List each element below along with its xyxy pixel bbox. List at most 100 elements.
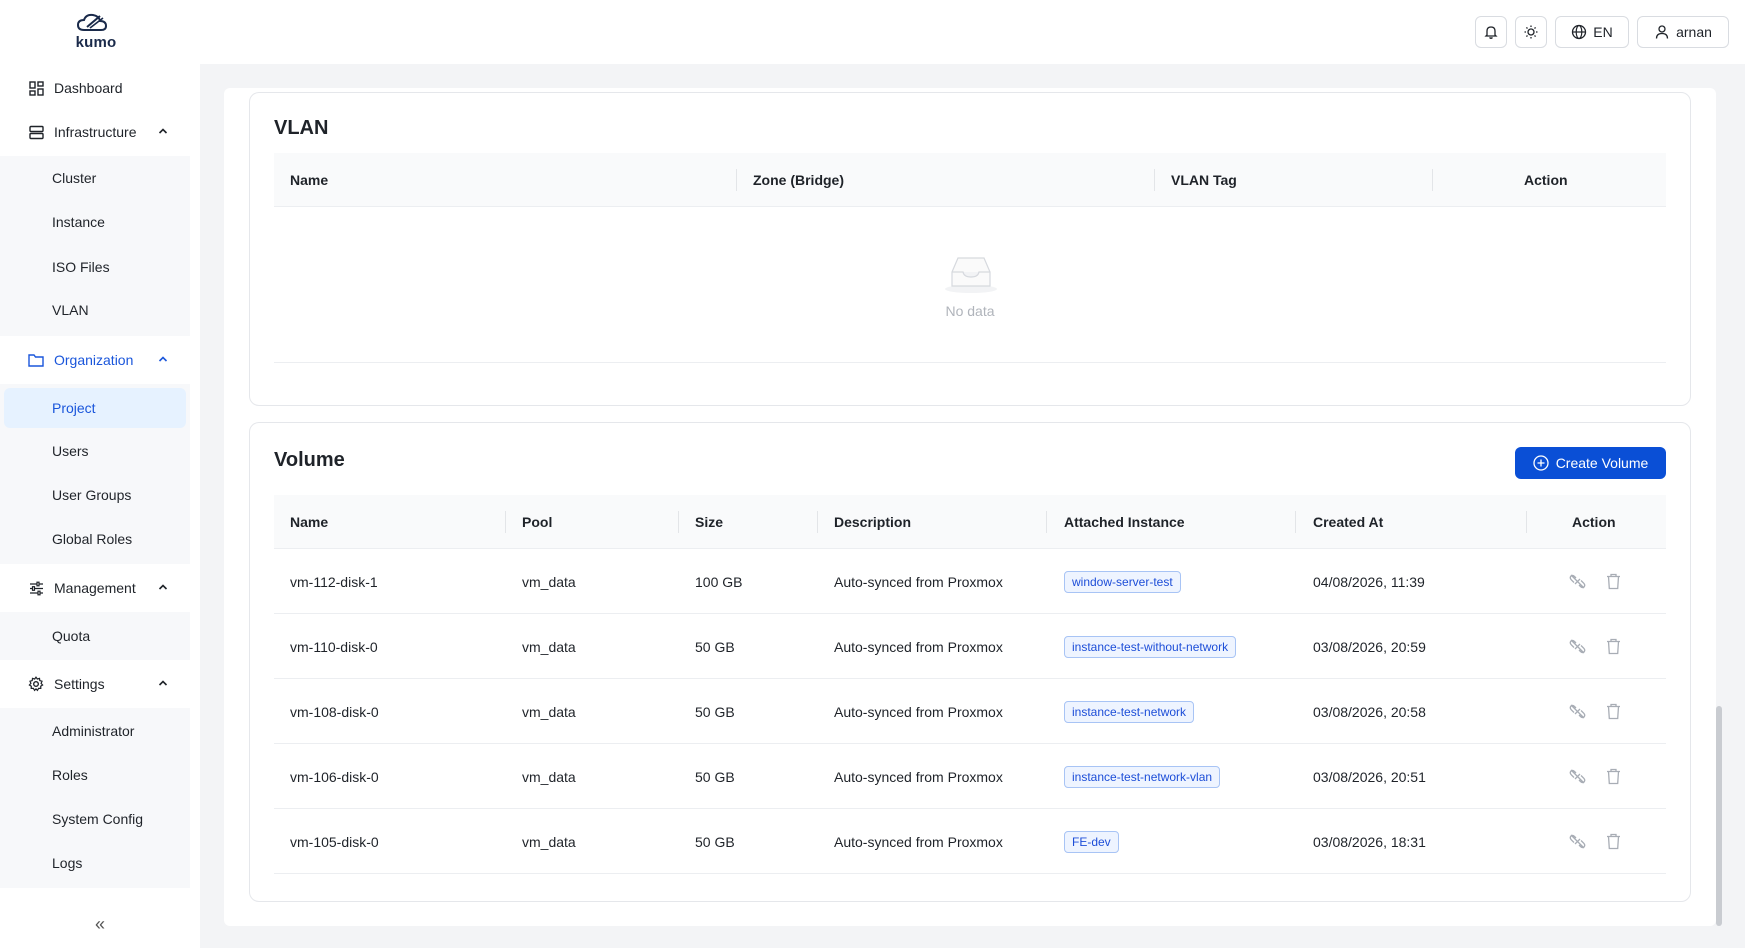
volume-size: 50 GB <box>695 703 735 720</box>
vlan-title: VLAN <box>274 117 329 139</box>
theme-toggle-button[interactable] <box>1515 16 1547 48</box>
delete-button[interactable] <box>1604 572 1622 590</box>
user-menu-button[interactable]: arnan <box>1637 16 1729 48</box>
column-divider <box>1526 511 1527 533</box>
detach-button[interactable] <box>1568 767 1586 785</box>
volume-created-at: 03/08/2026, 20:58 <box>1313 703 1426 720</box>
sidebar-item-user-groups[interactable]: User Groups <box>4 475 186 515</box>
nav-infrastructure[interactable]: Infrastructure <box>0 112 200 152</box>
sidebar-item-roles[interactable]: Roles <box>4 755 186 795</box>
sidebar-item-project[interactable]: Project <box>4 388 186 428</box>
infrastructure-submenu: Cluster Instance ISO Files VLAN <box>0 156 190 336</box>
language-button[interactable]: EN <box>1555 16 1629 48</box>
chevron-up-icon <box>158 128 168 134</box>
collapse-sidebar-button[interactable]: « <box>88 912 112 936</box>
empty-text: No data <box>945 303 995 319</box>
volume-pool: vm_data <box>522 768 576 785</box>
table-row: vm-110-disk-0 vm_data 50 GB Auto-synced … <box>274 614 1666 679</box>
volume-card: Volume Create Volume Name Pool Size Desc… <box>249 422 1691 902</box>
sidebar-item-iso-files[interactable]: ISO Files <box>4 247 186 287</box>
column-divider <box>1432 169 1433 191</box>
vlan-table-bottom-border <box>274 362 1666 363</box>
volume-description: Auto-synced from Proxmox <box>834 833 1003 850</box>
attached-instance-tag[interactable]: window-server-test <box>1064 570 1181 593</box>
column-divider <box>1046 511 1047 533</box>
trash-icon <box>1606 833 1620 849</box>
sidebar-item-users[interactable]: Users <box>4 431 186 471</box>
sidebar-item-system-config[interactable]: System Config <box>4 799 186 839</box>
volume-name: vm-112-disk-1 <box>290 573 378 590</box>
sidebar-item-logs[interactable]: Logs <box>4 843 186 883</box>
volume-title: Volume <box>274 449 345 471</box>
vlan-col-zone: Zone (Bridge) <box>753 172 844 188</box>
column-divider <box>678 511 679 533</box>
sidebar-item-instance[interactable]: Instance <box>4 202 186 242</box>
delete-button[interactable] <box>1604 637 1622 655</box>
column-divider <box>736 169 737 191</box>
dashboard-icon <box>28 80 44 96</box>
empty-inbox-icon <box>945 257 997 293</box>
volume-pool: vm_data <box>522 833 576 850</box>
volume-created-at: 03/08/2026, 18:31 <box>1313 833 1426 850</box>
nav-organization-label: Organization <box>54 352 134 368</box>
volume-pool: vm_data <box>522 703 576 720</box>
create-volume-button[interactable]: Create Volume <box>1515 447 1666 479</box>
volume-created-at: 03/08/2026, 20:51 <box>1313 768 1426 785</box>
volume-description: Auto-synced from Proxmox <box>834 703 1003 720</box>
sidebar-item-administrator[interactable]: Administrator <box>4 711 186 751</box>
detach-button[interactable] <box>1568 702 1586 720</box>
detach-button[interactable] <box>1568 832 1586 850</box>
volume-size: 50 GB <box>695 768 735 785</box>
nav-settings[interactable]: Settings <box>0 664 200 704</box>
bell-icon <box>1484 26 1498 39</box>
vlan-empty-state: No data <box>274 207 1666 357</box>
volume-name: vm-110-disk-0 <box>290 638 378 655</box>
notifications-button[interactable] <box>1475 16 1507 48</box>
sidebar-item-quota[interactable]: Quota <box>4 616 186 656</box>
nav-infrastructure-label: Infrastructure <box>54 124 137 140</box>
unlink-icon <box>1569 704 1585 718</box>
volume-col-pool: Pool <box>522 514 553 530</box>
nav-management[interactable]: Management <box>0 568 200 608</box>
cloud-logo-icon <box>76 13 108 31</box>
volume-col-name: Name <box>290 514 329 530</box>
detach-button[interactable] <box>1568 637 1586 655</box>
trash-icon <box>1606 768 1620 784</box>
trash-icon <box>1606 573 1620 589</box>
delete-button[interactable] <box>1604 767 1622 785</box>
unlink-icon <box>1569 639 1585 653</box>
column-divider <box>1295 511 1296 533</box>
table-row: vm-112-disk-1 vm_data 100 GB Auto-synced… <box>274 549 1666 614</box>
sidebar-item-cluster[interactable]: Cluster <box>4 158 186 198</box>
nav-organization[interactable]: Organization <box>0 340 200 380</box>
detach-button[interactable] <box>1568 572 1586 590</box>
attached-instance-tag[interactable]: instance-test-without-network <box>1064 635 1237 658</box>
attached-instance-tag[interactable]: instance-test-network <box>1064 700 1195 723</box>
vlan-col-tag: VLAN Tag <box>1171 172 1237 188</box>
delete-button[interactable] <box>1604 832 1622 850</box>
page-scrollbar[interactable] <box>1716 706 1722 926</box>
user-name: arnan <box>1676 24 1712 40</box>
sidebar-item-global-roles[interactable]: Global Roles <box>4 519 186 559</box>
nav-dashboard[interactable]: Dashboard <box>0 68 200 108</box>
vlan-card: VLAN Name Zone (Bridge) VLAN Tag Action … <box>249 92 1691 406</box>
globe-icon <box>1572 24 1587 40</box>
nav-management-label: Management <box>54 580 136 596</box>
delete-button[interactable] <box>1604 702 1622 720</box>
main-content: VLAN Name Zone (Bridge) VLAN Tag Action … <box>224 88 1716 926</box>
chevron-up-icon <box>158 356 168 362</box>
attached-instance-tag[interactable]: instance-test-network-vlan <box>1064 765 1221 788</box>
sidebar-item-vlan[interactable]: VLAN <box>4 290 186 330</box>
nav-settings-label: Settings <box>54 676 105 692</box>
volume-name: vm-108-disk-0 <box>290 703 379 720</box>
sun-icon <box>1524 25 1538 39</box>
kumo-logo[interactable]: kumo <box>70 12 122 52</box>
volume-size: 100 GB <box>695 573 743 590</box>
volume-name: vm-106-disk-0 <box>290 768 379 785</box>
server-icon <box>28 124 44 140</box>
sliders-icon <box>28 580 44 596</box>
attached-instance-tag[interactable]: FE-dev <box>1064 830 1119 853</box>
table-row: vm-108-disk-0 vm_data 50 GB Auto-synced … <box>274 679 1666 744</box>
chevron-up-icon <box>158 584 168 590</box>
chevron-up-icon <box>158 680 168 686</box>
